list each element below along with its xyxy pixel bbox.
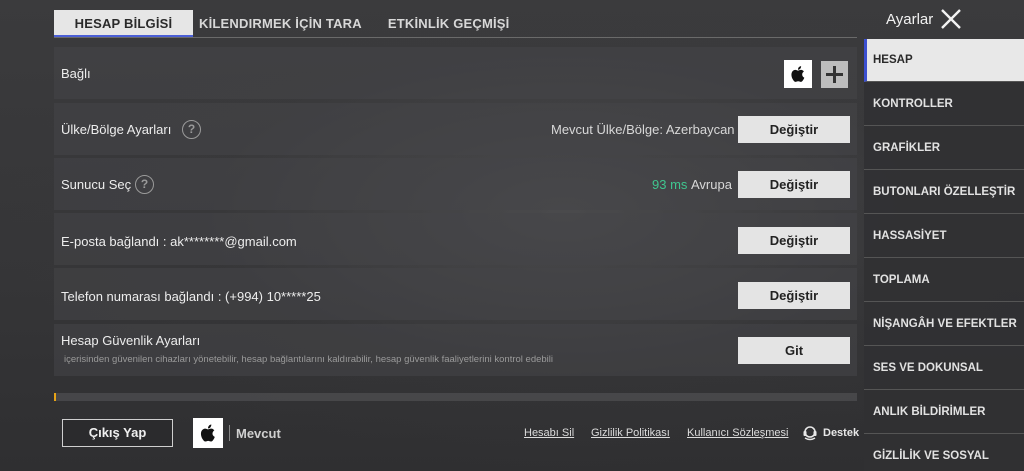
sidebar-item-sensitivity[interactable]: HASSASİYET [864,215,1024,258]
tab-activity-history[interactable]: ETKİNLİK GEÇMİŞİ [375,10,523,37]
security-go-button[interactable]: Git [738,337,850,364]
headset-icon [803,426,817,441]
tab-bar: HESAP BİLGİSİ KİLENDIRMEK İÇİN TARA ETKİ… [54,10,523,37]
sidebar-item-privacy-social[interactable]: GİZLİLİK VE SOSYAL [864,435,1024,471]
region-label: Ülke/Bölge Ayarları [61,122,172,137]
change-server-button[interactable]: Değiştir [738,171,850,198]
change-region-button[interactable]: Değiştir [738,116,850,143]
add-link-button[interactable] [821,61,848,88]
support-label: Destek [823,427,860,439]
current-region-text: Mevcut Ülke/Bölge: Azerbaycan [551,122,735,137]
user-agreement-link[interactable]: Kullanıcı Sözleşmesi [687,427,789,439]
scroll-progress [54,393,857,401]
email-label: E-posta bağlandı : ak********@gmail.com [61,234,297,249]
sidebar-item-account[interactable]: HESAP [864,39,1024,82]
email-row: E-posta bağlandı : ak********@gmail.com … [54,213,857,265]
help-icon[interactable]: ? [135,175,154,194]
linked-label: Bağlı [61,66,91,81]
close-icon[interactable] [940,8,962,30]
sidebar-item-pickup[interactable]: TOPLAMA [864,259,1024,302]
divider [229,425,230,441]
change-phone-button[interactable]: Değiştir [738,282,850,309]
settings-sidebar: HESAP KONTROLLER GRAFİKLER BUTONLARI ÖZE… [864,39,1024,471]
tab-scan-to-link[interactable]: KİLENDIRMEK İÇİN TARA [193,10,375,37]
server-name: Avrupa [691,177,732,192]
sidebar-item-crosshair-effects[interactable]: NİŞANGÂH VE EFEKTLER [864,303,1024,346]
server-row: Sunucu Seç ? 93 ms Avrupa Değiştir [54,158,857,210]
sidebar-item-graphics[interactable]: GRAFİKLER [864,127,1024,170]
plus-icon [826,66,843,83]
logout-button[interactable]: Çıkış Yap [62,419,173,447]
security-label: Hesap Güvenlik Ayarları [61,333,201,348]
server-label: Sunucu Seç [61,177,132,192]
tab-divider [54,37,857,38]
support-button[interactable]: Destek [801,424,859,442]
delete-account-link[interactable]: Hesabı Sil [524,427,574,439]
sidebar-item-controls[interactable]: KONTROLLER [864,83,1024,126]
apple-link-icon[interactable] [784,60,812,88]
privacy-policy-link[interactable]: Gizlilik Politikası [591,427,670,439]
linked-row: Bağlı [54,47,857,99]
apple-account-icon [193,418,223,448]
help-icon[interactable]: ? [182,120,201,139]
sidebar-item-notifications[interactable]: ANLIK BİLDİRİMLER [864,391,1024,434]
security-row: Hesap Güvenlik Ayarları içerisinden güve… [54,324,857,376]
security-description: içerisinden güvenilen cihazları yönetebi… [64,354,554,365]
sidebar-item-audio-haptics[interactable]: SES VE DOKUNSAL [864,347,1024,390]
region-row: Ülke/Bölge Ayarları ? Mevcut Ülke/Bölge:… [54,103,857,155]
tab-account-info[interactable]: HESAP BİLGİSİ [54,10,193,37]
phone-row: Telefon numarası bağlandı : (+994) 10***… [54,268,857,320]
phone-label: Telefon numarası bağlandı : (+994) 10***… [61,289,321,304]
change-email-button[interactable]: Değiştir [738,227,850,254]
current-account-label: Mevcut [236,426,281,441]
settings-title: Ayarlar [886,11,934,28]
ping-value: 93 ms [652,177,688,192]
sidebar-item-customize-buttons[interactable]: BUTONLARI ÖZELLEŞTİR [864,171,1024,214]
